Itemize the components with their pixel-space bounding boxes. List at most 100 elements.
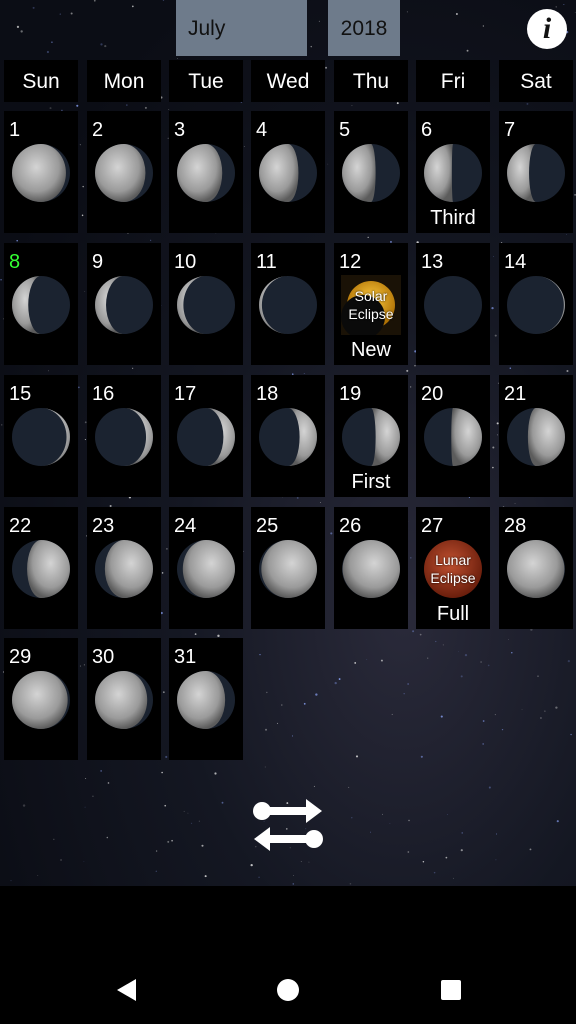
recents-icon[interactable] [439,978,463,1002]
day-cell[interactable]: 9 [87,243,161,365]
day-cell[interactable]: 20 [416,375,490,497]
day-cell[interactable]: 14 [499,243,573,365]
star [412,630,415,633]
star [507,639,509,640]
star [354,662,357,664]
star [60,858,63,861]
star [391,713,393,716]
day-cell[interactable]: 12 Solar Eclipse New [334,243,408,365]
day-cell[interactable]: 3 [169,111,243,233]
day-cell[interactable]: 21 [499,375,573,497]
day-number: 2 [92,119,104,141]
day-cell[interactable]: 10 [169,243,243,365]
day-number: 31 [174,646,197,668]
year-selector[interactable]: 2018 [328,0,400,56]
phase-label: Full [436,603,470,625]
day-cell[interactable]: 26 [334,507,408,629]
star [464,654,468,657]
star [79,144,81,146]
star [330,532,333,535]
day-cell[interactable]: 18 [251,375,325,497]
day-cell[interactable]: 17 [169,375,243,497]
info-icon[interactable]: i [527,9,567,49]
star [258,876,260,878]
month-selector[interactable]: July [176,0,307,56]
moon-phase-icon [341,143,401,203]
day-cell[interactable]: 1 [4,111,78,233]
day-number: 9 [92,251,104,273]
star [266,691,268,694]
moon-phase-icon [258,275,318,335]
day-cell[interactable]: 11 [251,243,325,365]
star [51,41,53,43]
day-cell[interactable]: 30 [87,638,161,760]
day-number: 19 [339,383,362,405]
star [403,693,405,695]
day-number: 13 [421,251,444,273]
home-icon[interactable] [276,978,300,1002]
star [370,831,372,833]
star [166,548,168,550]
back-icon[interactable] [114,978,138,1002]
star [310,45,312,48]
star [320,502,321,503]
star [76,104,79,107]
day-cell[interactable]: 16 [87,375,161,497]
star [221,801,224,804]
star [563,4,565,5]
star [214,772,217,775]
star [82,185,84,188]
day-cell[interactable]: 27 Lunar Eclipse Full [416,507,490,629]
star [521,709,523,710]
moon-phase-icon [94,407,154,467]
swap-arrows-icon[interactable] [252,797,324,855]
day-number: 20 [421,383,444,405]
moon-phase-icon [258,539,318,599]
day-cell[interactable]: 25 [251,507,325,629]
weekday-header: Sun [4,60,78,102]
day-cell[interactable]: 31 [169,638,243,760]
star [168,109,170,110]
day-cell[interactable]: 2 [87,111,161,233]
moon-phase-icon [176,539,236,599]
day-number: 4 [256,119,268,141]
day-cell[interactable]: 23 [87,507,161,629]
day-cell[interactable]: 13 [416,243,490,365]
star [380,659,383,662]
day-cell[interactable]: 4 [251,111,325,233]
star [492,446,495,449]
day-cell[interactable]: 22 [4,507,78,629]
moon-phase-icon [176,275,236,335]
day-cell[interactable]: 19 First [334,375,408,497]
star [194,633,197,636]
day-cell[interactable]: 29 [4,638,78,760]
day-number: 7 [504,119,516,141]
star [407,851,410,853]
star [455,13,458,16]
moon-phase-icon [176,670,236,730]
star [461,832,463,834]
star [296,497,299,499]
star [93,0,96,2]
star [327,163,329,165]
day-cell[interactable]: 5 [334,111,408,233]
star [1,424,3,426]
day-cell[interactable]: 24 [169,507,243,629]
day-cell[interactable]: 8 [4,243,78,365]
star [492,466,494,469]
star [494,714,496,716]
day-cell[interactable]: 15 [4,375,78,497]
star [315,693,318,696]
star [566,369,569,373]
star [198,820,200,822]
moon-phase-icon [94,143,154,203]
star [440,715,443,718]
star [338,678,341,680]
day-cell[interactable]: 7 [499,111,573,233]
star [495,859,497,861]
day-cell[interactable]: 6 Third [416,111,490,233]
navigation-bar [0,886,576,1024]
star [468,496,470,499]
star [48,370,49,372]
day-cell[interactable]: 28 [499,507,573,629]
